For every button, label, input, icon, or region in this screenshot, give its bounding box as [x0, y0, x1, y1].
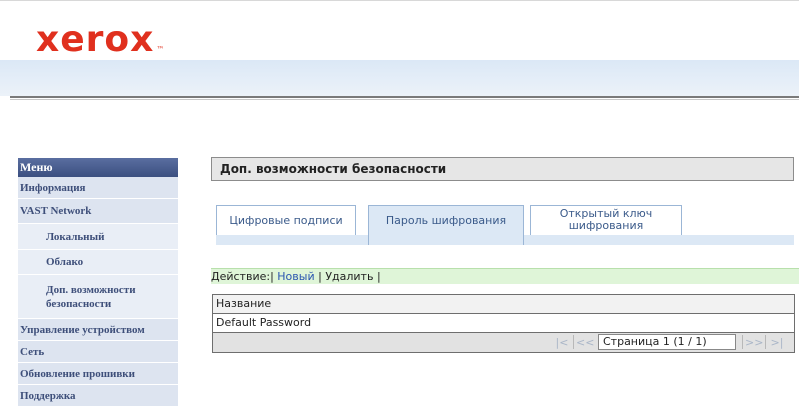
sidebar-item-firmware-update[interactable]: Обновление прошивки — [18, 363, 178, 385]
sidebar-item-info[interactable]: Информация — [18, 177, 178, 199]
sidebar-item-cloud[interactable]: Облако — [18, 250, 178, 275]
pager-separator — [765, 335, 766, 349]
action-bar: Действие:| Новый | Удалить | — [211, 268, 799, 284]
password-table: Название Default Password |< << Страница… — [212, 294, 795, 353]
tab-bar: Цифровые подписи Пароль шифрования Откры… — [216, 205, 794, 245]
xerox-logo: xerox ™ — [36, 19, 166, 60]
page-indicator: Страница 1 (1 / 1) — [598, 334, 736, 350]
tab-public-encryption-key[interactable]: Открытый ключ шифрования — [530, 205, 682, 235]
tab-digital-signatures[interactable]: Цифровые подписи — [216, 205, 356, 235]
sidebar-item-vast-network[interactable]: VAST Network — [18, 199, 178, 224]
header-divider-light — [10, 99, 799, 100]
prev-page-button[interactable]: << — [576, 336, 594, 349]
sidebar-item-device-management[interactable]: Управление устройством — [18, 319, 178, 341]
pager-separator — [742, 335, 743, 349]
table-row[interactable]: Default Password — [213, 314, 794, 333]
sidebar-item-support[interactable]: Поддержка — [18, 385, 178, 407]
sidebar-item-local[interactable]: Локальный — [18, 224, 178, 250]
pager: |< << Страница 1 (1 / 1) >> >| — [553, 334, 786, 350]
table-footer: |< << Страница 1 (1 / 1) >> >| — [213, 333, 794, 352]
table-header-name[interactable]: Название — [213, 295, 794, 314]
first-page-button[interactable]: |< — [553, 336, 571, 349]
sidebar-item-network[interactable]: Сеть — [18, 341, 178, 363]
next-page-button[interactable]: >> — [745, 336, 763, 349]
top-border — [0, 0, 799, 9]
delete-link[interactable]: Удалить | — [325, 270, 380, 283]
header-band — [0, 60, 799, 96]
tab-encryption-password[interactable]: Пароль шифрования — [368, 205, 524, 245]
page-title: Доп. возможности безопасности — [211, 157, 794, 181]
header-divider — [10, 96, 799, 98]
sidebar-item-security[interactable]: Доп. возможности безопасности — [18, 275, 178, 319]
menu-title: Меню — [18, 158, 178, 177]
last-page-button[interactable]: >| — [768, 336, 786, 349]
action-separator: | — [318, 270, 322, 283]
pager-separator — [573, 335, 574, 349]
new-link[interactable]: Новый — [277, 270, 314, 283]
action-label: Действие:| — [211, 270, 274, 283]
sidebar-menu: Меню Информация VAST Network Локальный О… — [18, 158, 178, 407]
